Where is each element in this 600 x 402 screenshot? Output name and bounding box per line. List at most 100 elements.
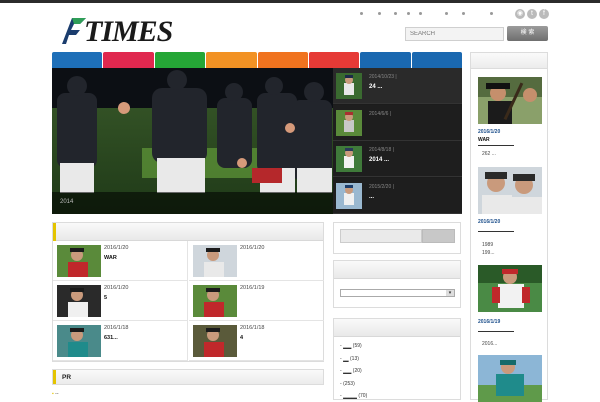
- twitter-icon[interactable]: t: [527, 9, 537, 19]
- site-logo[interactable]: TIMES: [58, 14, 178, 48]
- category-item[interactable]: - (253): [340, 381, 355, 387]
- pr-accent: [53, 370, 56, 384]
- nav-tab[interactable]: [103, 52, 154, 68]
- slide-item[interactable]: 2014/8/18 | 2014 ...: [333, 141, 462, 177]
- archive-select[interactable]: ▾: [340, 289, 455, 297]
- top-link[interactable]: [419, 12, 422, 15]
- nav-tab[interactable]: [52, 52, 103, 68]
- slide-thumb: [336, 73, 362, 99]
- post-title[interactable]: 4: [240, 335, 243, 341]
- category-header: [334, 319, 460, 337]
- panel-header: [53, 223, 323, 241]
- sidebar-underline: [478, 231, 514, 232]
- sidebar-note: 1989 199...: [482, 242, 495, 256]
- slide-thumb: [336, 109, 362, 136]
- slide-date: 2014/6/6 |: [369, 110, 392, 117]
- top-links: [356, 12, 506, 18]
- post-item[interactable]: 2016/1/20 WAR: [53, 241, 188, 281]
- category-count: (70): [356, 393, 368, 399]
- top-link[interactable]: [360, 12, 363, 15]
- post-thumb[interactable]: [193, 285, 237, 317]
- slide-item[interactable]: 2015/2/20 |...: [333, 177, 462, 214]
- archive-header: [334, 261, 460, 279]
- nav-tab[interactable]: [206, 52, 257, 68]
- nav-tab[interactable]: [360, 52, 411, 68]
- category-count: (13): [348, 355, 359, 362]
- nav-tab[interactable]: [411, 52, 462, 68]
- logo-text: TIMES: [84, 15, 173, 48]
- search-input[interactable]: [405, 27, 504, 41]
- right-sidebar: 2016/1/20 WAR 262 ... 2016/1/20 1989 199…: [470, 52, 548, 402]
- search-button[interactable]: 検 索: [507, 26, 548, 41]
- nav-tab[interactable]: [308, 52, 360, 68]
- chevron-down-icon: ▾: [446, 290, 454, 296]
- post-date: 2016/1/20: [104, 245, 129, 251]
- panel-accent: [53, 223, 56, 241]
- sidebar-date: 2016/1/20: [478, 129, 501, 135]
- sidebar-header: [471, 53, 547, 69]
- top-link[interactable]: [407, 12, 410, 15]
- hero-image[interactable]: 2014: [52, 68, 333, 214]
- sidebar-thumb[interactable]: [478, 77, 542, 124]
- slide-title: 2014 ...: [369, 157, 390, 163]
- post-item[interactable]: 2016/1/18 631...: [53, 321, 188, 361]
- post-title[interactable]: 5: [104, 295, 107, 301]
- category-item[interactable]: - ___ (59): [340, 343, 362, 349]
- sidebar-note: 262 ...: [482, 151, 496, 157]
- pr-title: PR: [62, 374, 72, 381]
- sidebar-date: 2016/1/20: [478, 219, 501, 225]
- category-count: (20): [351, 368, 362, 374]
- category-item[interactable]: - ___ (20): [340, 368, 362, 374]
- sidebar-underline: [478, 145, 514, 146]
- post-item[interactable]: 2016/1/18 4: [189, 321, 324, 361]
- pr-item[interactable]: ▪ --: [52, 391, 59, 397]
- category-item[interactable]: - _____ (70): [340, 393, 367, 399]
- sidebar-thumb[interactable]: [478, 355, 542, 402]
- post-date: 2016/1/20: [104, 285, 129, 291]
- sidebar-title[interactable]: WAR: [478, 137, 490, 143]
- slide-thumb: [336, 146, 362, 172]
- sidebar-note: 2016...: [482, 341, 498, 347]
- slide-title: 24 ...: [369, 84, 383, 90]
- sidebar-search-box: [333, 222, 461, 254]
- nav-tab[interactable]: [257, 52, 308, 68]
- top-link[interactable]: [462, 12, 465, 15]
- post-item[interactable]: 2016/1/20 5: [53, 281, 188, 321]
- post-thumb[interactable]: [193, 325, 237, 357]
- archive-box: ▾: [333, 260, 461, 308]
- post-date: 2016/1/18: [240, 325, 265, 331]
- post-thumb[interactable]: [57, 285, 101, 317]
- top-link[interactable]: [445, 12, 448, 15]
- sidebar-search-input[interactable]: [340, 229, 422, 243]
- category-label[interactable]: _____: [343, 393, 357, 399]
- post-title[interactable]: 631...: [104, 335, 118, 341]
- top-link[interactable]: [378, 12, 381, 15]
- slide-date: 2014/8/18 |: [369, 147, 394, 153]
- post-title[interactable]: WAR: [104, 255, 117, 261]
- slide-list: 2014/10/23 | 24 ... 2014/6/6 | 2014/8/18 | 2…: [333, 68, 462, 214]
- nav-tab[interactable]: [154, 52, 206, 68]
- hero-caption: 2014: [52, 192, 333, 214]
- slide-item[interactable]: 2014/6/6 |: [333, 104, 462, 141]
- post-thumb[interactable]: [193, 245, 237, 277]
- post-item[interactable]: 2016/1/20: [189, 241, 324, 281]
- sidebar-thumb[interactable]: [478, 167, 542, 214]
- main-nav: [52, 52, 462, 68]
- category-count: (59): [351, 343, 362, 349]
- latest-posts-panel: 2016/1/20 WAR 2016/1/20 2016/1/20 5 2016/1/19…: [52, 222, 324, 362]
- sidebar-underline: [478, 331, 514, 332]
- sidebar-thumb[interactable]: [478, 265, 542, 312]
- top-bar: [0, 0, 600, 3]
- category-item[interactable]: - __ (13): [340, 356, 359, 362]
- rss-icon[interactable]: ◉: [515, 9, 525, 19]
- slide-item[interactable]: 2014/10/23 | 24 ...: [333, 68, 462, 104]
- post-item[interactable]: 2016/1/19: [189, 281, 324, 321]
- post-date: 2016/1/19: [240, 285, 265, 291]
- post-thumb[interactable]: [57, 325, 101, 357]
- sidebar-search-button[interactable]: [422, 229, 455, 243]
- post-date: 2016/1/18: [104, 325, 129, 331]
- top-link[interactable]: [490, 12, 493, 15]
- top-link[interactable]: [394, 12, 397, 15]
- facebook-icon[interactable]: f: [539, 9, 549, 19]
- post-thumb[interactable]: [57, 245, 101, 277]
